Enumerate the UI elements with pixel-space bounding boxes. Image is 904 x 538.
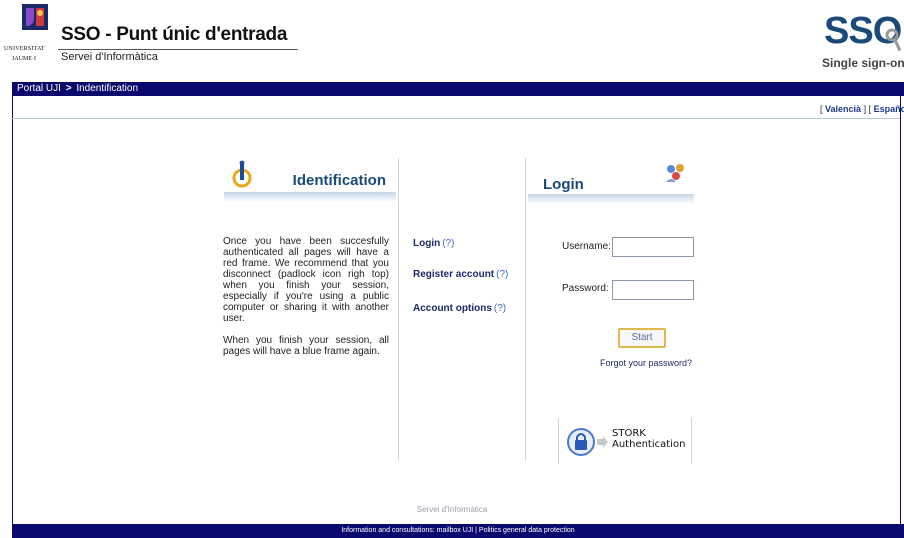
footer-info-link[interactable]: Information and consultations: mailbox U… xyxy=(12,527,904,534)
breadcrumb-separator: > xyxy=(65,83,72,94)
footer-credit: Servei d'Informàtica xyxy=(416,505,488,514)
login-heading: Login xyxy=(543,176,584,193)
title-divider xyxy=(58,49,298,50)
stork-label-line2: Authentication xyxy=(612,439,686,450)
frame-right-border xyxy=(900,96,901,524)
register-account-link[interactable]: Register account (?) xyxy=(413,269,508,280)
arrow-right-icon xyxy=(597,436,608,448)
page-header: UNIVERSITAT JAUME·I SSO - Punt únic d'en… xyxy=(0,0,904,80)
username-field[interactable] xyxy=(612,237,694,257)
identification-paragraph: When you finish your session, all pages … xyxy=(223,335,389,357)
padlock-icon xyxy=(567,428,595,456)
stork-authentication-button[interactable]: STORK Authentication xyxy=(558,418,692,464)
identification-description: Once you have been succesfully authentic… xyxy=(223,236,389,368)
university-name-line2: JAUME·I xyxy=(12,56,36,62)
breadcrumb-home[interactable]: Portal UJI xyxy=(17,83,61,94)
page-title: SSO - Punt únic d'entrada xyxy=(61,24,288,45)
page-subtitle: Servei d'Informàtica xyxy=(61,51,158,63)
identification-divider xyxy=(224,192,396,202)
forgot-password-link[interactable]: Forgot your password? xyxy=(600,358,692,368)
university-logo[interactable]: UNIVERSITAT JAUME·I xyxy=(4,4,56,68)
stork-label: STORK Authentication xyxy=(612,428,685,450)
breadcrumb: Portal UJI > Indentification xyxy=(17,83,138,94)
info-icon xyxy=(232,160,252,188)
uji-logo-icon xyxy=(22,4,48,30)
stork-label-line1: STORK xyxy=(612,428,646,439)
language-selector: [ Valencià ] [ Español xyxy=(820,104,904,114)
login-help-link[interactable]: (?) xyxy=(442,238,454,249)
breadcrumb-current: Indentification xyxy=(76,83,139,94)
sso-logo: SSO Single sign-on xyxy=(818,10,904,74)
breadcrumb-bar: Portal UJI > Indentification xyxy=(12,82,904,96)
sso-logo-subtitle: Single sign-on xyxy=(822,56,904,70)
register-help-link[interactable]: (?) xyxy=(496,269,508,280)
language-espanol-link[interactable]: Español xyxy=(874,104,904,114)
content-top-divider xyxy=(12,118,900,119)
login-divider xyxy=(528,194,694,204)
university-name: UNIVERSITAT xyxy=(4,46,45,52)
frame-left-border xyxy=(12,96,13,524)
identification-paragraph: Once you have been succesfully authentic… xyxy=(223,236,389,324)
account-options-help-link[interactable]: (?) xyxy=(494,303,506,314)
login-link[interactable]: Login (?) xyxy=(413,238,454,249)
start-button[interactable]: Start xyxy=(618,328,666,348)
password-field[interactable] xyxy=(612,280,694,300)
language-valencia-link[interactable]: Valencià xyxy=(825,104,861,114)
login-link-label[interactable]: Login xyxy=(413,238,440,249)
identification-heading: Identification xyxy=(292,172,386,189)
footer-bar: Information and consultations: mailbox U… xyxy=(12,524,904,538)
account-options-link[interactable]: Account options (?) xyxy=(413,303,506,314)
username-label: Username: xyxy=(562,241,611,252)
users-icon xyxy=(666,164,684,182)
key-icon xyxy=(885,28,902,52)
account-links-panel: Login (?) Register account (?) Account opt… xyxy=(398,158,526,460)
password-label: Password: xyxy=(562,283,609,294)
account-options-label[interactable]: Account options xyxy=(413,303,492,314)
register-account-label[interactable]: Register account xyxy=(413,269,494,280)
